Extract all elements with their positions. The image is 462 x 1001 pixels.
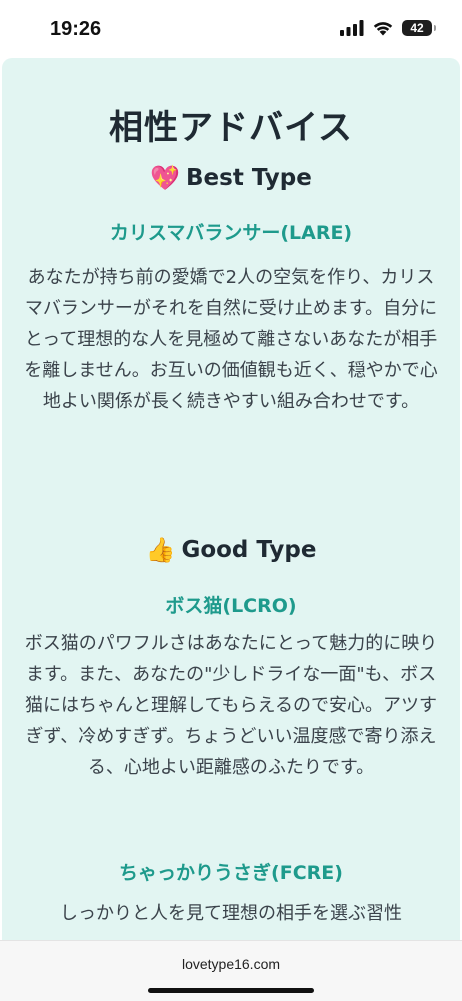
good-type-description-1: ボス猫のパワフルさはあなたにとって魅力的に映ります。また、あなたの"少しドライな…	[24, 633, 438, 778]
page-title: 相性アドバイス	[109, 108, 353, 148]
browser-url-bar[interactable]: lovetype16.com	[0, 940, 462, 1001]
advice-card: 相性アドバイス 💖 Best Type カリスマバランサー(LARE) あなたが…	[2, 58, 460, 958]
battery-icon: 42	[402, 20, 436, 36]
best-type-description: あなたが持ち前の愛嬌で2人の空気を作り、カリスマバランサーがそれを自然に受け止め…	[24, 267, 438, 412]
best-type-heading-label: Best Type	[186, 165, 312, 191]
wifi-icon	[373, 22, 393, 36]
thumbs-up-icon: 👍	[145, 536, 176, 564]
good-type-name-1: ボス猫(LCRO)	[165, 595, 297, 617]
status-time: 19:26	[50, 18, 102, 40]
battery-level: 42	[410, 21, 424, 35]
url-text[interactable]: lovetype16.com	[0, 956, 462, 972]
good-type-heading-label: Good Type	[181, 537, 317, 563]
best-type-heading: 💖 Best Type	[2, 164, 460, 192]
best-type-name: カリスマバランサー(LARE)	[109, 222, 353, 244]
status-bar: 19:26 42	[0, 0, 462, 58]
sparkling-heart-icon: 💖	[150, 164, 181, 192]
signal-icon	[340, 20, 364, 36]
status-icons: 42	[340, 20, 436, 36]
good-type-heading: 👍 Good Type	[2, 536, 460, 564]
good-type-description-2: しっかりと人を見て理想の相手を選ぶ習性	[60, 903, 402, 924]
good-type-name-2: ちゃっかりうさぎ(FCRE)	[119, 862, 343, 884]
home-indicator[interactable]	[148, 988, 314, 993]
